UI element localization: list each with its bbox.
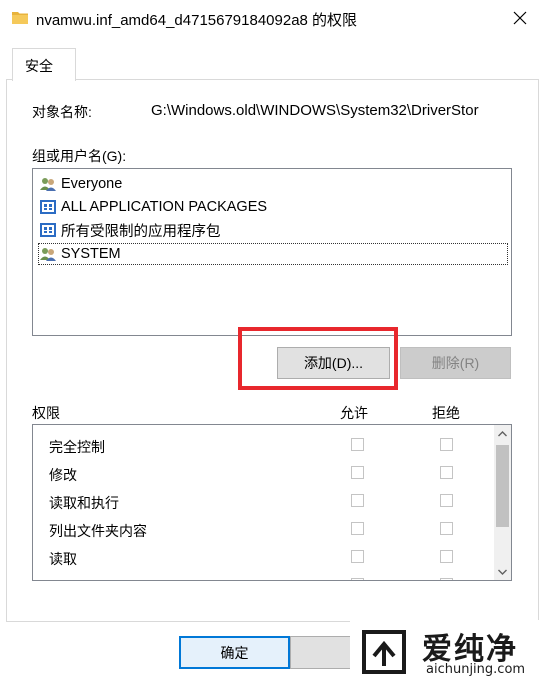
group-name: 所有受限制的应用程序包 [61, 223, 221, 240]
title-bar: nvamwu.inf_amd64_d4715679184092a8 的权限 [0, 0, 543, 38]
deny-checkbox [440, 438, 453, 451]
users-icon [39, 246, 57, 262]
package-group-icon [39, 222, 57, 238]
groups-list[interactable]: Everyone ALL APPLICATION PACKAGES 所有受限制的… [32, 168, 512, 336]
window-title: nvamwu.inf_amd64_d4715679184092a8 的权限 [36, 12, 358, 29]
deny-checkbox [440, 522, 453, 535]
deny-checkbox [440, 494, 453, 507]
folder-icon [12, 12, 28, 24]
deny-header: 拒绝 [432, 405, 460, 421]
permission-row: 修改 [49, 463, 489, 485]
allow-checkbox [351, 466, 364, 479]
allow-checkbox [351, 550, 364, 563]
allow-checkbox [351, 494, 364, 507]
allow-checkbox [351, 522, 364, 535]
deny-checkbox [440, 578, 453, 580]
tab-security[interactable]: 安全 [12, 48, 76, 81]
permission-name: 修改 [49, 467, 77, 483]
permissions-list[interactable]: 完全控制 修改 读取和执行 列出文件夹内容 读取 [32, 424, 512, 581]
scroll-thumb[interactable] [496, 445, 509, 527]
chevron-down-icon [498, 569, 507, 575]
deny-checkbox [440, 550, 453, 563]
watermark-en: aichunjing.com [426, 662, 526, 677]
highlight-box [238, 327, 398, 390]
deny-checkbox [440, 466, 453, 479]
object-name-label: 对象名称: [32, 104, 92, 120]
permissions-scrollbar[interactable] [494, 425, 511, 580]
allow-checkbox [351, 578, 364, 580]
permission-name: 列出文件夹内容 [49, 523, 147, 539]
permission-row: 读取和执行 [49, 491, 489, 513]
permission-name: 读取和执行 [49, 495, 119, 511]
package-group-icon [39, 199, 57, 215]
permission-name: 读取 [49, 551, 77, 567]
close-button[interactable] [497, 0, 543, 36]
permission-row: 读取 [49, 547, 489, 569]
list-item-restricted-app-packages[interactable]: 所有受限制的应用程序包 [39, 219, 507, 241]
scroll-up-button[interactable] [494, 425, 511, 442]
permission-row: 列出文件夹内容 [49, 519, 489, 541]
close-icon [513, 11, 527, 25]
list-item-all-app-packages[interactable]: ALL APPLICATION PACKAGES [39, 196, 507, 218]
list-item-everyone[interactable]: Everyone [39, 173, 507, 195]
object-name-value: G:\Windows.old\WINDOWS\System32\DriverSt… [151, 102, 479, 119]
permission-row: 完全控制 [49, 435, 489, 457]
permission-row [49, 575, 489, 580]
scroll-down-button[interactable] [494, 563, 511, 580]
watermark-logo [362, 630, 406, 674]
group-name: ALL APPLICATION PACKAGES [61, 199, 268, 215]
ok-button[interactable]: 确定 [179, 636, 290, 669]
allow-checkbox [351, 438, 364, 451]
group-name: Everyone [61, 176, 123, 192]
tab-security-label: 安全 [25, 58, 53, 74]
allow-header: 允许 [340, 405, 368, 421]
permissions-label: 权限 [32, 405, 60, 421]
users-icon [39, 176, 57, 192]
permission-name: 完全控制 [49, 439, 105, 455]
watermark: 爱纯净 aichunjing.com [350, 620, 543, 681]
group-name: SYSTEM [61, 246, 121, 262]
groups-label: 组或用户名(G): [32, 148, 127, 164]
chevron-up-icon [498, 430, 507, 436]
list-item-system[interactable]: SYSTEM [38, 243, 508, 265]
remove-button: 删除(R) [400, 347, 511, 379]
